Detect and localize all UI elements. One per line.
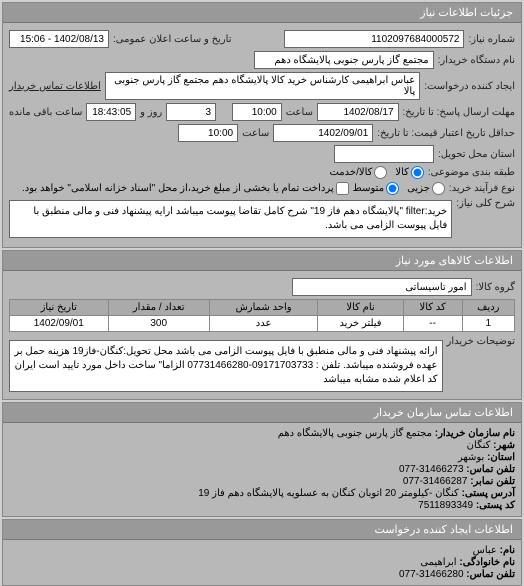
- deadline-date-field: 1402/08/17: [317, 103, 399, 121]
- budget-radio-kala[interactable]: کالا: [395, 166, 424, 179]
- fax-value: 31466287-077: [403, 476, 468, 487]
- postal-label: کد پستی:: [476, 500, 515, 511]
- delivery-location-field: [334, 145, 434, 163]
- notes-label: توضیحات خریدار: [447, 336, 516, 347]
- province-value: بوشهر: [458, 452, 484, 463]
- budget-radio-group: کالا کالا/خدمت: [329, 166, 423, 179]
- th-code: کد کالا: [403, 300, 462, 316]
- td-unit: عدد: [209, 316, 318, 332]
- td-row: 1: [462, 316, 514, 332]
- requester-field: عباس ابراهیمی کارشناس خرید کالا پالایشگا…: [105, 72, 420, 100]
- panel1-header: جزئیات اطلاعات نیاز: [3, 3, 521, 23]
- city-label: شهر:: [493, 440, 515, 451]
- table-row[interactable]: 1 -- فیلتر خرید عدد 300 1402/09/01: [10, 316, 515, 332]
- buyer-org-field: مجتمع گاز پارس جنوبی پالایشگاه دهم: [254, 51, 434, 69]
- general-desc-box: خرید:filter "پالایشگاه دهم فاز 19" شرح ک…: [9, 200, 452, 238]
- table-header-row: ردیف کد کالا نام کالا واحد شمارش تعداد /…: [10, 300, 515, 316]
- fax-label: تلفن نمابر:: [470, 476, 515, 487]
- group-field: امور تاسیساتی: [292, 278, 472, 296]
- pay-radio-2[interactable]: متوسط: [353, 182, 399, 195]
- deadline-time-field: 10:00: [232, 103, 282, 121]
- panel4-header: اطلاعات ایجاد کننده درخواست: [3, 520, 521, 540]
- buyer-org-label: نام دستگاه خریدار:: [438, 55, 515, 66]
- pay-note-checkbox[interactable]: پرداخت تمام یا بخشی از مبلغ خرید،از محل …: [22, 182, 349, 195]
- postal-value: 7511893349: [418, 500, 473, 511]
- phone2-value: 31466280-077: [399, 569, 464, 580]
- td-code: --: [403, 316, 462, 332]
- name-value: عباس: [473, 545, 497, 556]
- address-value: کنگان -کیلومتر 20 اتوبان کنگان به عسلویه…: [198, 488, 459, 499]
- org-label: نام سازمان خریدار:: [435, 428, 515, 439]
- group-label: گروه کالا:: [476, 282, 515, 293]
- validity-label: حداقل تاریخ اعتبار قیمت: تا تاریخ:: [377, 128, 515, 139]
- panel2-header: اطلاعات کالاهای مورد نیاز: [3, 251, 521, 271]
- need-details-panel: جزئیات اطلاعات نیاز شماره نیاز: 11020976…: [2, 2, 522, 248]
- public-date-label: تاریخ و ساعت اعلان عمومی:: [113, 34, 232, 45]
- niaz-number-field: 1102097684000572: [284, 30, 464, 48]
- buyer-contact-panel: اطلاعات تماس سازمان خریدار نام سازمان خر…: [2, 402, 522, 517]
- time-label-2: ساعت: [242, 128, 269, 139]
- public-date-field: 1402/08/13 - 15:06: [9, 30, 109, 48]
- validity-time-field: 10:00: [178, 124, 238, 142]
- deadline-label: مهلت ارسال پاسخ: تا تاریخ:: [403, 107, 515, 118]
- delivery-location-label: استان محل تحویل:: [438, 149, 515, 160]
- general-desc-label: شرح کلی نیاز:: [456, 198, 515, 209]
- days-field: 3: [166, 103, 216, 121]
- requester-label: ایجاد کننده درخواست:: [424, 81, 515, 92]
- th-date: تاریخ نیاز: [10, 300, 109, 316]
- pay-radio-group: جزیی متوسط: [353, 182, 445, 195]
- org-value: مجتمع گاز پارس جنوبی پالایشگاه دهم: [278, 428, 432, 439]
- th-name: نام کالا: [318, 300, 403, 316]
- th-unit: واحد شمارش: [209, 300, 318, 316]
- panel3-header: اطلاعات تماس سازمان خریدار: [3, 403, 521, 423]
- family-label: نام خانوادگی:: [459, 557, 515, 568]
- buyer-notes-box: ارائه پیشنهاد فنی و مالی منطبق با فایل پ…: [9, 340, 443, 392]
- goods-table: ردیف کد کالا نام کالا واحد شمارش تعداد /…: [9, 299, 515, 332]
- family-value: ابراهیمی: [420, 557, 456, 568]
- hours-left-field: 18:43:05: [86, 103, 136, 121]
- city-value: کنگان: [467, 440, 491, 451]
- address-label: آدرس پستی:: [462, 488, 515, 499]
- td-name: فیلتر خرید: [318, 316, 403, 332]
- phone-value: 31466273-077: [399, 464, 464, 475]
- buyer-contact-link[interactable]: اطلاعات تماس خریدار: [9, 81, 101, 92]
- td-date: 1402/09/01: [10, 316, 109, 332]
- name-label: نام:: [500, 545, 515, 556]
- budget-label: طبقه بندی موضوعی:: [428, 167, 515, 178]
- pay-radio-1[interactable]: جزیی: [407, 182, 445, 195]
- time-label-1: ساعت: [286, 107, 313, 118]
- phone2-label: تلفن تماس:: [466, 569, 515, 580]
- phone-label: تلفن تماس:: [466, 464, 515, 475]
- hours-left-label: ساعت باقی مانده: [9, 107, 82, 118]
- niaz-number-label: شماره نیاز:: [468, 34, 515, 45]
- th-qty: تعداد / مقدار: [108, 300, 209, 316]
- validity-date-field: 1402/09/01: [273, 124, 373, 142]
- td-qty: 300: [108, 316, 209, 332]
- goods-info-panel: اطلاعات کالاهای مورد نیاز گروه کالا: امو…: [2, 250, 522, 400]
- th-row: ردیف: [462, 300, 514, 316]
- province-label: استان:: [487, 452, 515, 463]
- pay-type-label: نوع فرآیند خرید:: [449, 183, 515, 194]
- budget-radio-service[interactable]: کالا/خدمت: [329, 166, 387, 179]
- days-label: روز و: [140, 107, 162, 118]
